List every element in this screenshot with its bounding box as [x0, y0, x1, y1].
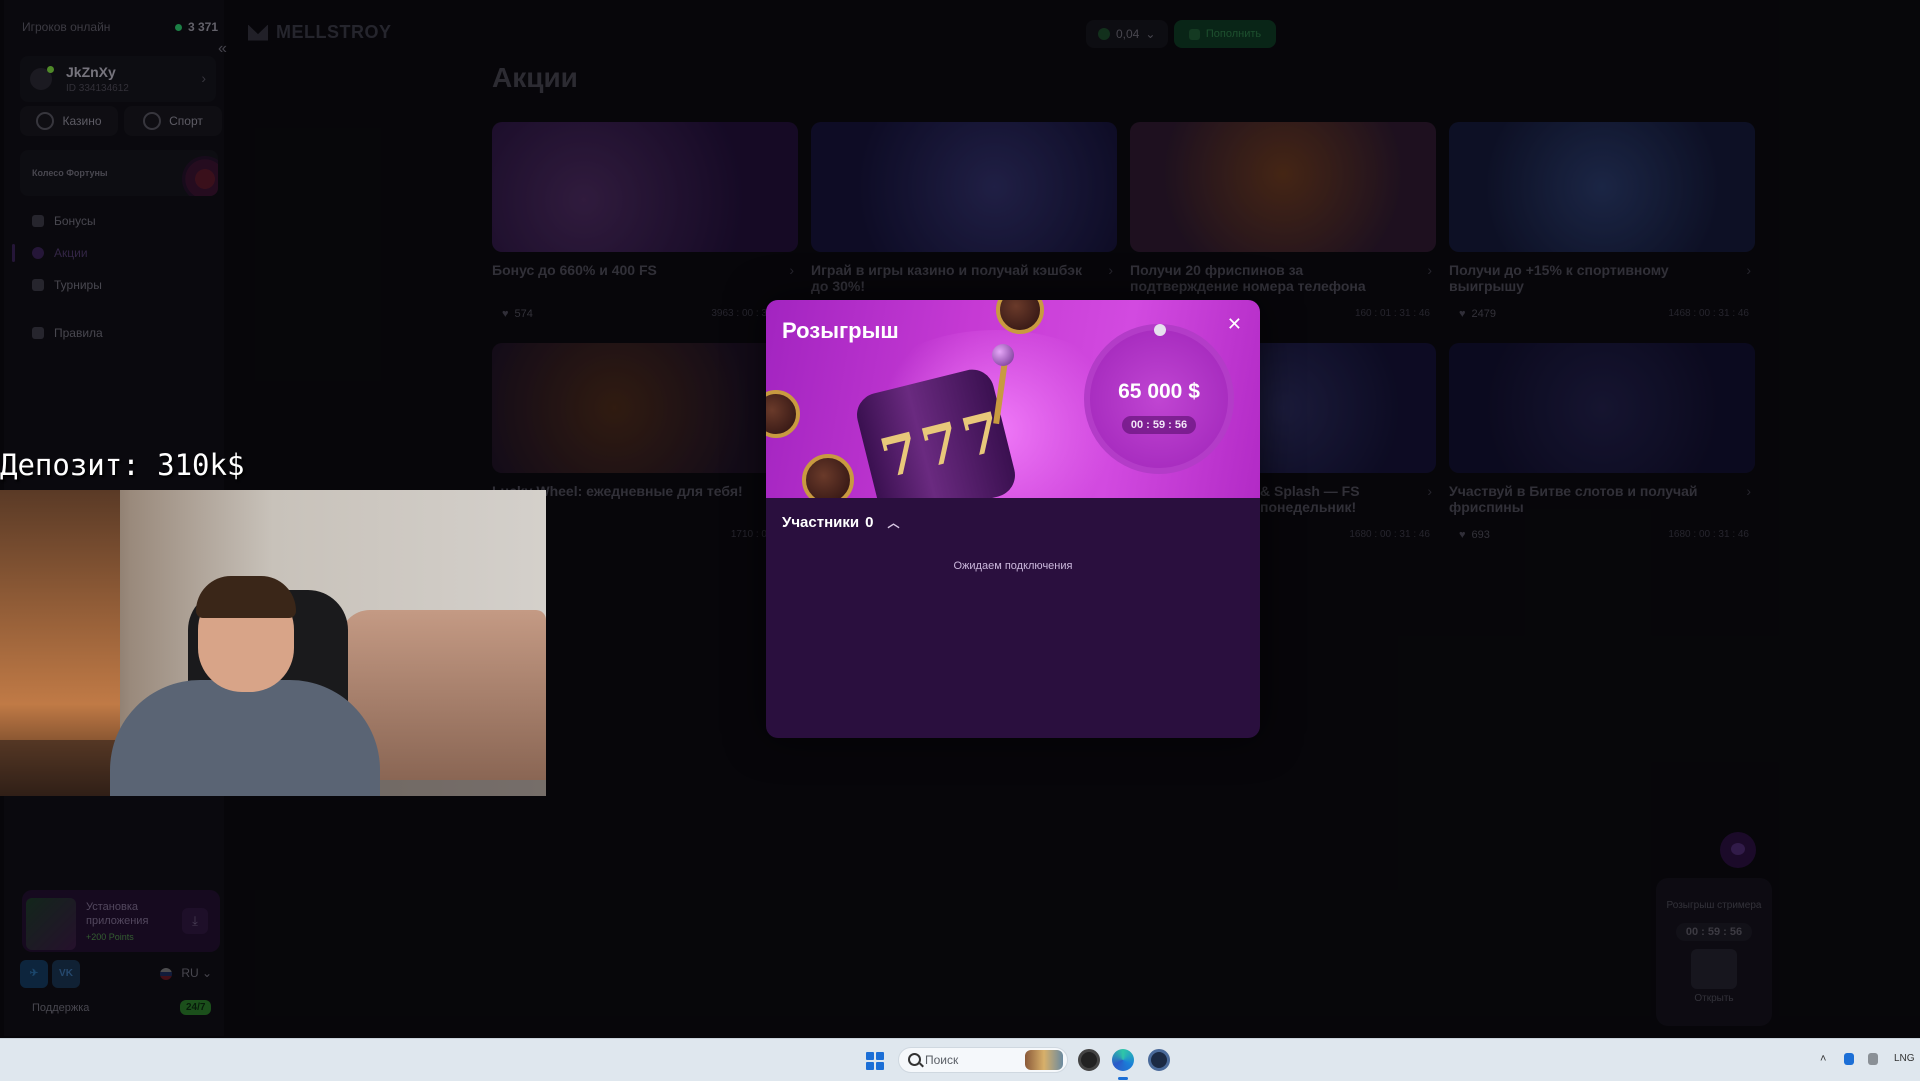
coin-icon — [802, 454, 854, 498]
bluetooth-icon[interactable] — [1844, 1053, 1854, 1065]
modal-title: Розыгрыш — [782, 318, 899, 343]
participants-label: Участники — [782, 514, 860, 531]
participants-count: 0 — [865, 514, 874, 531]
search-highlight-image — [1025, 1050, 1063, 1070]
search-icon — [908, 1053, 921, 1066]
giveaway-banner: 7 7 7 Розыгрыш ✕ 65 000 $ 00 : 59 : 56 — [766, 300, 1260, 498]
edge-browser-icon[interactable] — [1112, 1049, 1134, 1080]
chevron-up-icon[interactable]: ˄ — [1820, 1053, 1826, 1065]
participants-toggle[interactable]: Участники 0 ︿ — [782, 514, 899, 531]
prize-timer-ring: 65 000 $ 00 : 59 : 56 — [1084, 324, 1234, 474]
microphone-icon[interactable] — [1868, 1053, 1878, 1065]
search-placeholder: Поиск — [925, 1053, 959, 1067]
coin-icon — [996, 300, 1044, 334]
webcam-person-body — [110, 680, 380, 796]
giveaway-timer: 00 : 59 : 56 — [1122, 416, 1196, 434]
windows-start-icon[interactable] — [866, 1052, 884, 1070]
obs-icon[interactable] — [1078, 1049, 1100, 1071]
chevron-up-icon: ︿ — [887, 516, 900, 530]
ring-progress-dot — [1154, 324, 1166, 336]
webcam-person-hair — [196, 576, 296, 618]
webcam-overlay — [0, 490, 546, 796]
prize-amount: 65 000 $ — [1118, 380, 1200, 403]
coin-icon — [766, 390, 800, 438]
windows-taskbar: Поиск ˄ LNG — [0, 1038, 1920, 1081]
giveaway-modal: 7 7 7 Розыгрыш ✕ 65 000 $ 00 : 59 : 56 У… — [766, 300, 1260, 738]
waiting-message: Ожидаем подключения — [953, 560, 1073, 572]
taskbar-search[interactable]: Поиск — [898, 1047, 1068, 1073]
deposit-overlay-text: Депозит: 310k$ — [0, 448, 245, 482]
language-indicator[interactable]: LNG — [1894, 1053, 1915, 1064]
close-icon[interactable]: ✕ — [1227, 314, 1242, 335]
slot-lever-knob — [992, 344, 1014, 366]
steam-icon[interactable] — [1148, 1049, 1170, 1071]
